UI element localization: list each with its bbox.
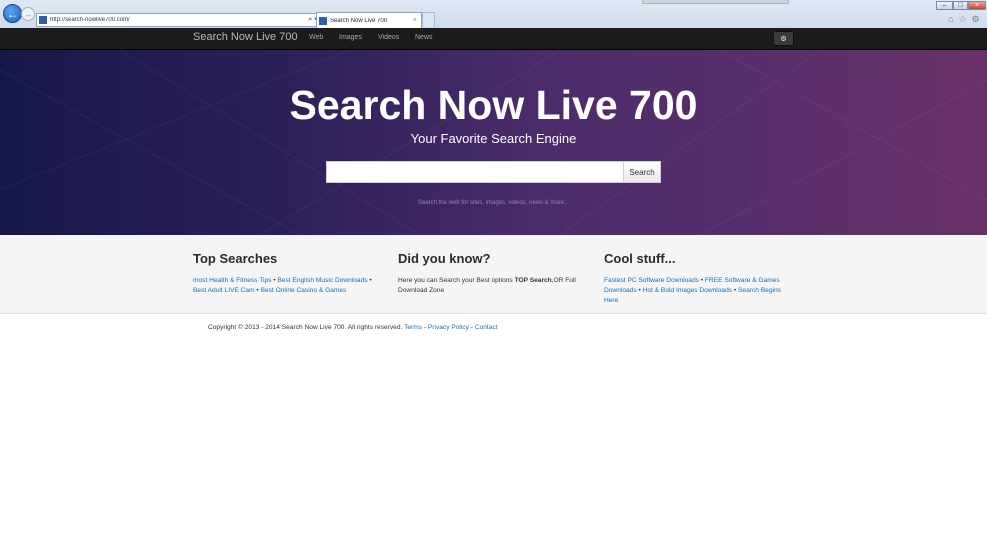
did-you-know-bold: TOP Search — [514, 277, 552, 284]
top-searches-links: most Health & Fitness Tips • Best Englis… — [193, 276, 383, 296]
site-navbar: Search Now Live 700 Web Images Videos Ne… — [0, 28, 987, 50]
navbar-brand[interactable]: Search Now Live 700 — [193, 31, 298, 43]
cool-stuff-link[interactable]: Fastest PC Software Downloads — [604, 277, 699, 284]
footer: Copyright © 2013 - 2014 Search Now Live … — [208, 324, 498, 331]
privacy-policy-link[interactable]: Privacy Policy — [428, 324, 469, 331]
back-arrow-icon: ← — [6, 6, 19, 21]
search-input[interactable] — [326, 161, 624, 183]
browser-toolbar-icons: ⌂ ☆ ⚙ — [948, 14, 980, 25]
link-separator: • — [367, 277, 372, 284]
address-url: http://search-nowlive700.com/ — [50, 17, 130, 23]
new-tab-button[interactable] — [422, 12, 435, 27]
minimize-button[interactable]: – — [936, 1, 953, 10]
contact-link[interactable]: Contact — [475, 324, 498, 331]
hero-section: Search Now Live 700 Your Favorite Search… — [0, 50, 987, 235]
did-you-know-heading: Did you know? — [398, 251, 491, 266]
forward-arrow-icon: → — [23, 8, 33, 19]
settings-button[interactable]: ⚙ — [773, 31, 794, 46]
close-window-button[interactable]: × — [968, 1, 986, 10]
browser-tab[interactable]: Search Now Live 700 × — [316, 12, 422, 28]
address-bar[interactable]: http://search-nowlive700.com/ ⌕ ▾ ↻ — [36, 13, 330, 27]
back-button[interactable]: ← — [3, 4, 22, 23]
cool-stuff-column: Cool stuff... Fastest PC Software Downlo… — [604, 251, 794, 306]
search-hint: Search the web for sites, images, videos… — [417, 200, 570, 206]
hero-title: Search Now Live 700 — [289, 82, 698, 128]
favorites-star-icon[interactable]: ☆ — [958, 14, 966, 25]
copyright-text: Copyright © 2013 - 2014 Search Now Live … — [208, 324, 405, 331]
nav-videos[interactable]: Videos — [378, 34, 399, 41]
did-you-know-text-start: Here you can Search your Best options — [398, 277, 515, 284]
did-you-know-column: Did you know? Here you can Search your B… — [398, 251, 588, 296]
top-search-link[interactable]: Best English Music Downloads — [277, 277, 367, 284]
cool-stuff-heading: Cool stuff... — [604, 251, 676, 266]
nav-web[interactable]: Web — [309, 34, 323, 41]
did-you-know-text: Here you can Search your Best options TO… — [398, 276, 588, 296]
browser-chrome: ← → http://search-nowlive700.com/ ⌕ ▾ ↻ … — [0, 0, 987, 29]
tab-favicon-icon — [319, 16, 327, 25]
home-icon[interactable]: ⌂ — [948, 14, 953, 25]
site-favicon-icon — [39, 16, 47, 24]
cool-stuff-link[interactable]: Hot & Bold Images Downloads — [643, 287, 732, 294]
cool-stuff-links: Fastest PC Software Downloads • FREE Sof… — [604, 276, 794, 306]
search-button[interactable]: Search — [623, 161, 661, 183]
forward-button[interactable]: → — [21, 7, 35, 21]
top-search-link[interactable]: Best Online Casino & Games — [261, 287, 347, 294]
top-search-link[interactable]: Best Adult LIVE Cam — [193, 287, 255, 294]
top-searches-heading: Top Searches — [193, 251, 278, 266]
tab-title: Search Now Live 700 — [330, 17, 388, 24]
terms-link[interactable]: Terms — [404, 324, 422, 331]
nav-images[interactable]: Images — [339, 34, 362, 41]
top-searches-column: Top Searches most Health & Fitness Tips … — [193, 251, 383, 296]
top-search-link[interactable]: most Health & Fitness Tips — [193, 277, 271, 284]
hero-subtitle: Your Favorite Search Engine — [410, 131, 577, 146]
tab-close-icon[interactable]: × — [413, 17, 421, 24]
maximize-button[interactable]: □ — [953, 1, 968, 10]
tools-gear-icon[interactable]: ⚙ — [972, 14, 980, 25]
info-section: Top Searches most Health & Fitness Tips … — [0, 235, 987, 314]
gear-icon: ⚙ — [780, 35, 787, 43]
nav-news[interactable]: News — [415, 34, 433, 41]
notification-bar — [642, 0, 789, 4]
